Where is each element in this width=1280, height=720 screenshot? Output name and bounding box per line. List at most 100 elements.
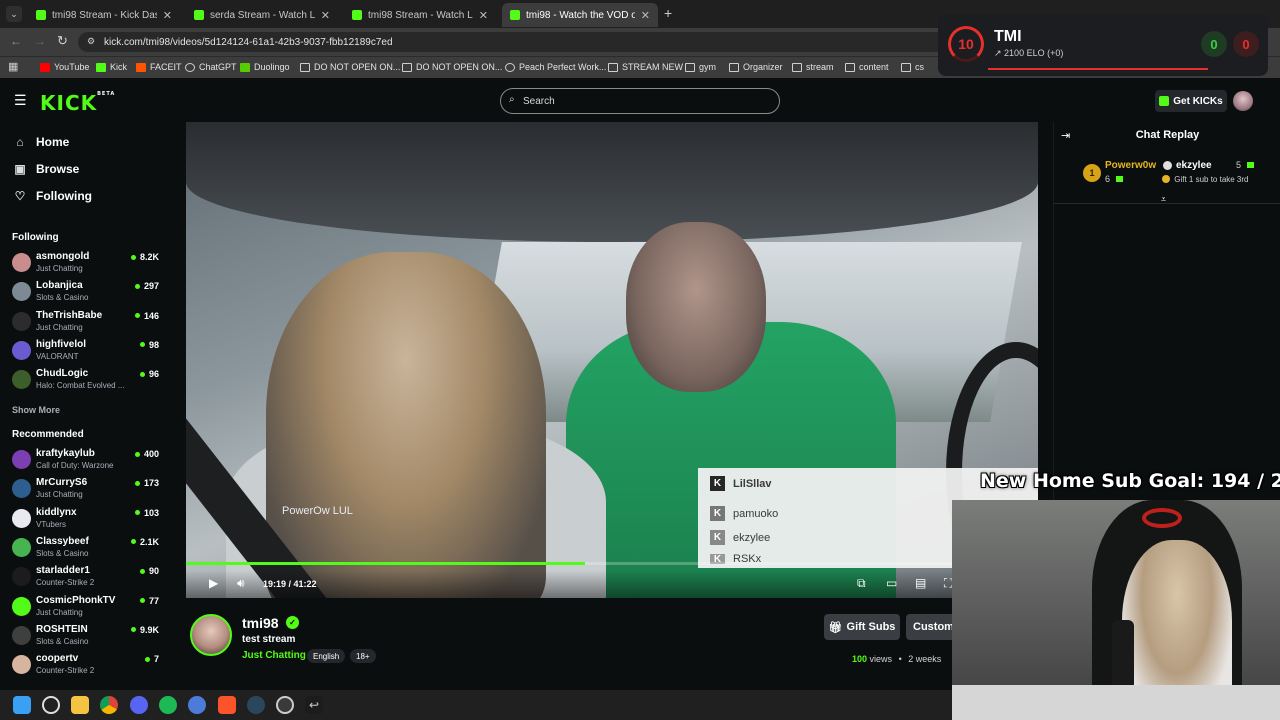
gifter-name[interactable]: ekzylee <box>1176 160 1212 171</box>
tag-mature[interactable]: 18+ <box>350 649 376 663</box>
bookmark-folder[interactable]: DO NOT OPEN ON... <box>300 62 400 72</box>
top-gifter-name[interactable]: Powerw0w <box>1105 160 1156 171</box>
expand-icon[interactable]: ⩡ <box>1161 194 1166 205</box>
folder-icon <box>402 62 412 72</box>
nav-browse[interactable]: ▣ Browse <box>13 162 79 176</box>
kick-app-icon[interactable]: ↩ <box>305 696 323 714</box>
steam-icon[interactable] <box>247 696 265 714</box>
browser-tab[interactable]: tmi98 Stream - Kick Dashboard ✕ <box>28 3 180 27</box>
seek-bar-fill <box>186 562 585 565</box>
channel-item[interactable]: Lobanjica Slots & Casino 297 <box>12 280 160 306</box>
back-icon[interactable]: ← <box>10 34 22 48</box>
channel-item[interactable]: starladder1 Counter-Strike 2 90 <box>12 565 160 591</box>
forward-icon[interactable]: → <box>34 34 46 48</box>
channel-name: asmongold <box>36 251 90 262</box>
site-info-icon[interactable]: ⚙ <box>87 36 95 47</box>
channel-name: Classybeef <box>36 535 89 547</box>
channel-category: Just Chatting <box>36 264 83 273</box>
channel-avatar <box>12 567 31 587</box>
volume-icon[interactable]: 🔊︎ <box>237 576 245 591</box>
channel-item[interactable]: kiddlynx VTubers 103 <box>12 507 160 533</box>
play-icon[interactable]: ▶ <box>209 576 218 590</box>
show-more-link[interactable]: Show More <box>12 405 60 415</box>
browser-tab[interactable]: tmi98 Stream - Watch Live on K ✕ <box>344 3 496 27</box>
channel-item[interactable]: Classybeef Slots & Casino 2.1K <box>12 536 160 562</box>
clip-icon[interactable]: ▤ <box>915 576 926 590</box>
browse-icon: ▣ <box>14 162 26 176</box>
browser-tab-active[interactable]: tmi98 - Watch the VOD on Kick ✕ <box>502 3 658 27</box>
gift-subs-button[interactable]: 🎁︎ Gift Subs <box>824 614 900 640</box>
tag-language[interactable]: English <box>307 649 346 663</box>
tab-list-button[interactable]: ⌄ <box>6 6 22 22</box>
bookmark-chatgpt[interactable]: ChatGPT <box>185 62 237 72</box>
stream-category[interactable]: Just Chatting <box>242 650 306 661</box>
folder-icon <box>685 62 695 72</box>
chrome-icon[interactable] <box>100 696 118 714</box>
viewer-count: 77 <box>139 596 159 606</box>
url-field[interactable]: ⚙ kick.com/tmi98/videos/5d124124-61a1-42… <box>78 32 978 52</box>
live-dot-icon <box>130 539 136 545</box>
user-avatar[interactable] <box>1233 91 1253 111</box>
bookmark-peach[interactable]: Peach Perfect Work... <box>505 62 606 72</box>
streamer-name[interactable]: tmi98 <box>242 615 279 631</box>
nav-following[interactable]: ♡ Following <box>13 189 92 203</box>
channel-item[interactable]: asmongold Just Chatting 8.2K <box>12 251 160 277</box>
channel-item[interactable]: TheTrishBabe Just Chatting 146 <box>12 310 160 336</box>
streamer-avatar[interactable] <box>190 614 232 656</box>
time-display: 19:19 / 41:22 <box>263 579 317 589</box>
bookmark-folder[interactable]: gym <box>685 62 716 72</box>
new-tab-button[interactable]: + <box>664 5 672 21</box>
close-icon[interactable]: ✕ <box>321 9 330 22</box>
bookmark-folder[interactable]: DO NOT OPEN ON... <box>402 62 502 72</box>
close-icon[interactable]: ✕ <box>479 9 488 22</box>
start-icon[interactable] <box>13 696 31 714</box>
bookmark-duolingo[interactable]: Duolingo <box>240 62 290 72</box>
close-icon[interactable]: ✕ <box>641 9 650 22</box>
brave-icon[interactable] <box>218 696 236 714</box>
bookmark-kick[interactable]: Kick <box>96 62 127 72</box>
reload-icon[interactable]: ↻ <box>57 33 68 49</box>
bookmark-youtube[interactable]: YouTube <box>40 62 89 72</box>
video-player[interactable]: PowerOw LUL K LilSllav Kpamuoko Kekzylee … <box>186 122 1038 598</box>
bookmark-faceit[interactable]: FACEIT <box>136 62 182 72</box>
channel-item[interactable]: ROSHTEIN Slots & Casino 9.9K <box>12 624 160 650</box>
gifter-count: 5 <box>1236 160 1254 170</box>
beta-badge: BETA <box>97 91 116 97</box>
channel-item[interactable]: ChudLogic Halo: Combat Evolved ... 96 <box>12 368 160 394</box>
browser-tab[interactable]: serda Stream - Watch Live on K ✕ <box>186 3 338 27</box>
spotify-icon[interactable] <box>159 696 177 714</box>
nav-home[interactable]: ⌂ Home <box>13 135 69 149</box>
bookmark-folder[interactable]: content <box>845 62 889 72</box>
mini-player-icon[interactable]: ⧉ <box>857 576 866 591</box>
folder-icon <box>845 62 855 72</box>
seek-bar[interactable] <box>186 562 1038 565</box>
live-dot-icon <box>130 627 136 633</box>
bookmark-folder[interactable]: stream <box>792 62 834 72</box>
channel-category: VALORANT <box>36 351 79 361</box>
channel-item[interactable]: highfivelol VALORANT 98 <box>12 339 160 365</box>
alert-item: K LilSllav <box>710 476 772 491</box>
search-input[interactable]: ⌕ Search <box>500 88 780 114</box>
bookmark-folder[interactable]: Organizer <box>729 62 783 72</box>
discord-icon[interactable] <box>130 696 148 714</box>
get-kicks-button[interactable]: Get KICKs <box>1155 90 1227 112</box>
app-icon[interactable] <box>188 696 206 714</box>
bookmark-folder[interactable]: cs <box>901 62 924 72</box>
channel-item[interactable]: kraftykaylub Call of Duty: Warzone 400 <box>12 448 160 474</box>
file-explorer-icon[interactable] <box>71 696 89 714</box>
channel-item[interactable]: CosmicPhonkTV Just Chatting 77 <box>12 595 160 621</box>
obs-icon[interactable] <box>276 696 294 714</box>
channel-avatar <box>12 311 31 331</box>
apps-icon[interactable]: ▦ <box>8 60 18 73</box>
menu-icon[interactable]: ☰ <box>14 92 27 109</box>
viewer-count: 8.2K <box>130 252 159 262</box>
trend-icon: ↗ <box>994 48 1005 58</box>
theater-mode-icon[interactable]: ▭ <box>886 576 897 590</box>
sub-goal-overlay: New Home Sub Goal: 194 / 20000 <box>980 470 1280 492</box>
bookmark-folder[interactable]: STREAM NEW <box>608 62 683 72</box>
close-icon[interactable]: ✕ <box>163 9 172 22</box>
search-icon[interactable] <box>42 696 60 714</box>
kick-logo[interactable]: KICKBETA <box>40 91 115 115</box>
channel-item[interactable]: coopertv Counter-Strike 2 7 <box>12 653 160 679</box>
channel-item[interactable]: MrCurryS6 Just Chatting 173 <box>12 477 160 503</box>
